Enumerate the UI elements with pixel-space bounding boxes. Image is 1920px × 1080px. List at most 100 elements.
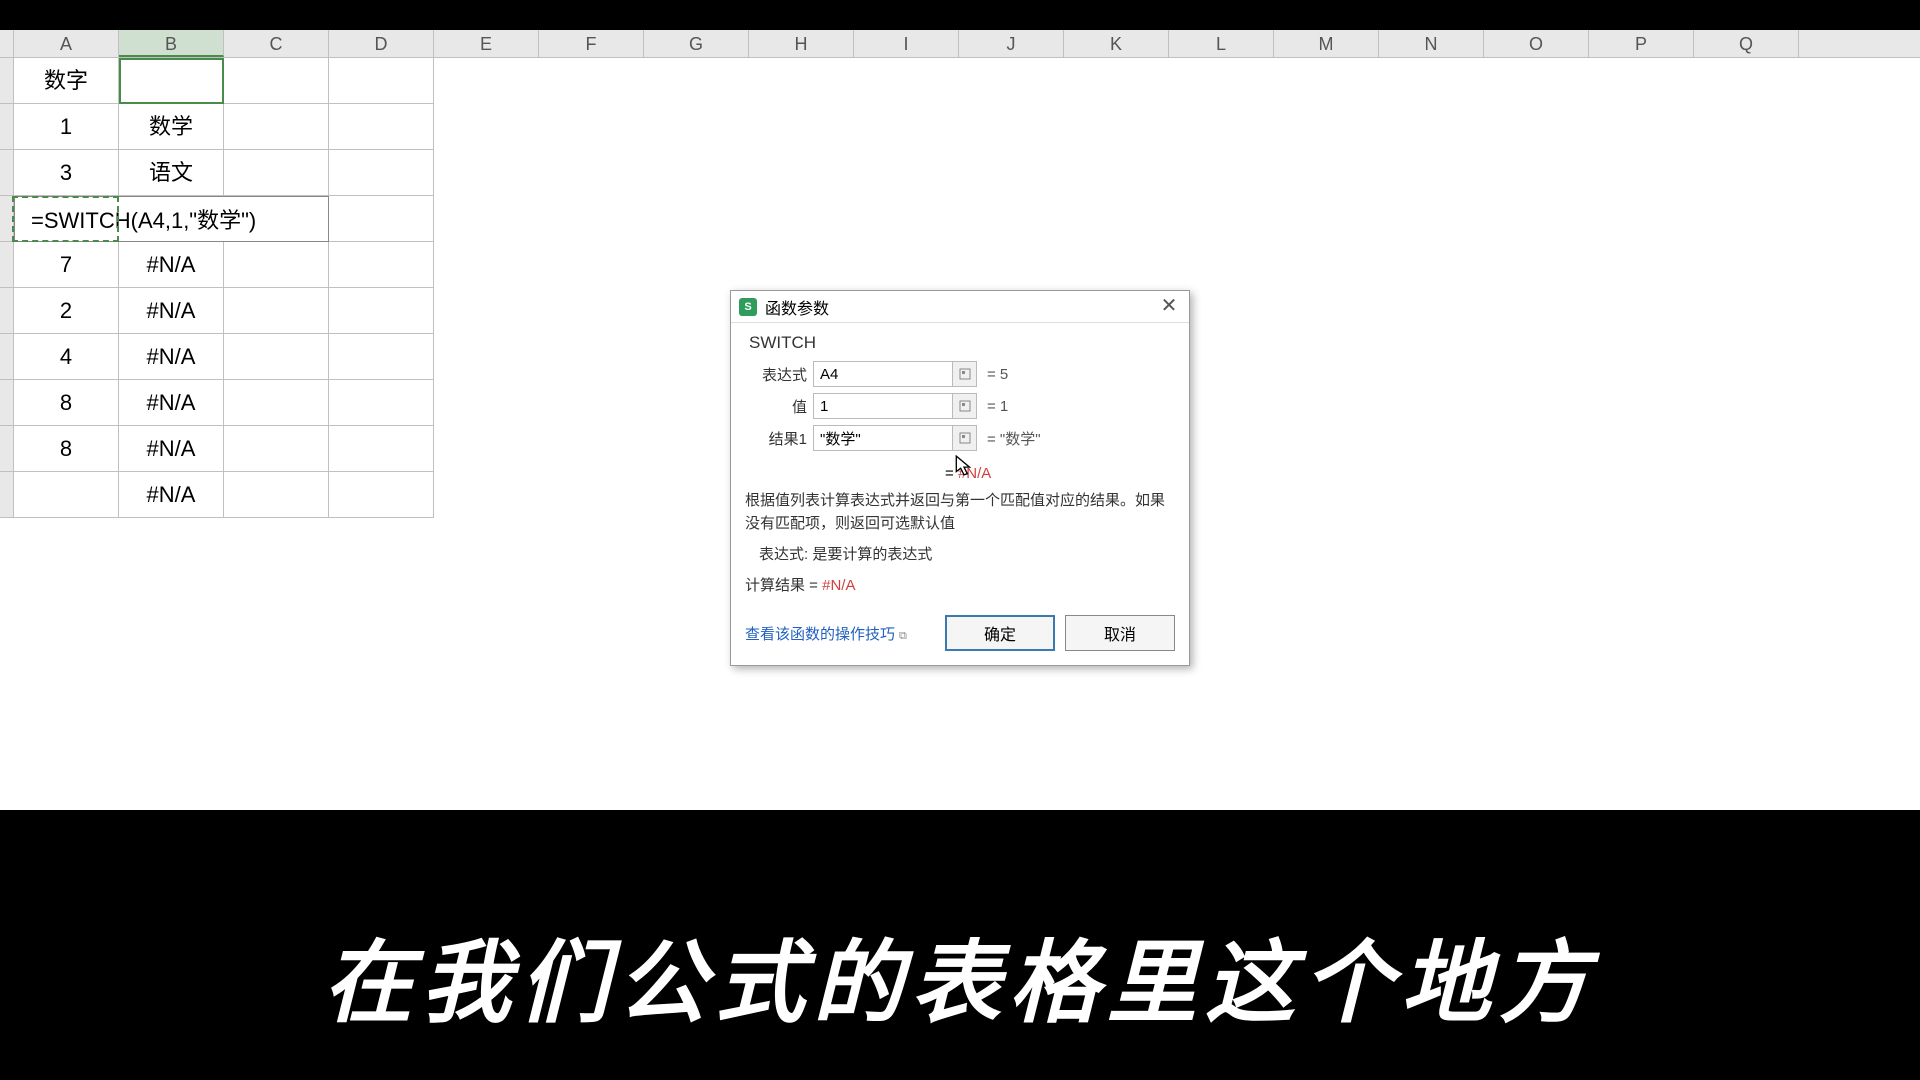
cell[interactable]: [959, 58, 1064, 104]
param-input-0[interactable]: [813, 361, 953, 387]
cell[interactable]: [1064, 242, 1169, 288]
cell[interactable]: [1064, 58, 1169, 104]
cell[interactable]: [1694, 196, 1799, 242]
cell[interactable]: [434, 196, 539, 242]
cell[interactable]: [1484, 472, 1589, 518]
row-header[interactable]: [0, 380, 14, 426]
cell[interactable]: [1379, 196, 1484, 242]
cell[interactable]: #N/A: [119, 426, 224, 472]
param-input-1[interactable]: [813, 393, 953, 419]
cell[interactable]: [329, 288, 434, 334]
cell[interactable]: [539, 242, 644, 288]
cell[interactable]: [329, 242, 434, 288]
dialog-titlebar[interactable]: S 函数参数 ✕: [731, 291, 1189, 323]
ok-button[interactable]: 确定: [945, 615, 1055, 651]
col-header-P[interactable]: P: [1589, 30, 1694, 57]
cell[interactable]: [749, 196, 854, 242]
cell[interactable]: [434, 380, 539, 426]
cell[interactable]: 数学: [119, 104, 224, 150]
cell[interactable]: [224, 242, 329, 288]
col-header-F[interactable]: F: [539, 30, 644, 57]
cell[interactable]: [749, 150, 854, 196]
cell[interactable]: 8: [14, 380, 119, 426]
cell[interactable]: [1589, 196, 1694, 242]
row-header[interactable]: [0, 288, 14, 334]
row-header[interactable]: [0, 334, 14, 380]
cell[interactable]: [1694, 104, 1799, 150]
cell[interactable]: [1589, 104, 1694, 150]
cell[interactable]: [1274, 426, 1379, 472]
cell[interactable]: 8: [14, 426, 119, 472]
cell[interactable]: [1694, 380, 1799, 426]
cell[interactable]: [749, 104, 854, 150]
cell[interactable]: [1694, 426, 1799, 472]
cell[interactable]: [854, 58, 959, 104]
cell[interactable]: 1: [14, 104, 119, 150]
cell[interactable]: 数字: [14, 58, 119, 104]
cell[interactable]: [539, 472, 644, 518]
range-picker-icon[interactable]: [953, 361, 977, 387]
cell[interactable]: [1484, 58, 1589, 104]
cell[interactable]: 4: [14, 334, 119, 380]
cell[interactable]: [224, 104, 329, 150]
col-header-Q[interactable]: Q: [1694, 30, 1799, 57]
range-picker-icon[interactable]: [953, 393, 977, 419]
col-header-N[interactable]: N: [1379, 30, 1484, 57]
formula-editing-cell[interactable]: =SWITCH(A4,1,"数学"): [14, 196, 329, 242]
cell[interactable]: [539, 150, 644, 196]
cell[interactable]: [1484, 196, 1589, 242]
cell[interactable]: [1379, 472, 1484, 518]
cell[interactable]: [1274, 104, 1379, 150]
row-header[interactable]: [0, 150, 14, 196]
row-header[interactable]: [0, 104, 14, 150]
col-header-G[interactable]: G: [644, 30, 749, 57]
col-header-D[interactable]: D: [329, 30, 434, 57]
cell[interactable]: [1379, 150, 1484, 196]
cell[interactable]: [644, 196, 749, 242]
param-input-2[interactable]: [813, 425, 953, 451]
col-header-C[interactable]: C: [224, 30, 329, 57]
row-header[interactable]: [0, 242, 14, 288]
cell[interactable]: 3: [14, 150, 119, 196]
cell[interactable]: [1274, 288, 1379, 334]
cell[interactable]: #N/A: [119, 380, 224, 426]
row-header[interactable]: [0, 426, 14, 472]
cell[interactable]: [1274, 58, 1379, 104]
help-link[interactable]: 查看该函数的操作技巧⧉: [745, 623, 935, 644]
cell[interactable]: [434, 472, 539, 518]
col-header-I[interactable]: I: [854, 30, 959, 57]
cell[interactable]: [1694, 472, 1799, 518]
cell[interactable]: [644, 150, 749, 196]
cell[interactable]: [224, 334, 329, 380]
cell[interactable]: [1694, 334, 1799, 380]
cell[interactable]: [1274, 380, 1379, 426]
cell[interactable]: [1589, 242, 1694, 288]
cell[interactable]: [224, 150, 329, 196]
cell[interactable]: [1694, 150, 1799, 196]
cell[interactable]: [1589, 288, 1694, 334]
cancel-button[interactable]: 取消: [1065, 615, 1175, 651]
cell[interactable]: [1274, 472, 1379, 518]
cell[interactable]: #N/A: [119, 242, 224, 288]
cell[interactable]: [1169, 150, 1274, 196]
select-all-corner[interactable]: [0, 30, 14, 57]
col-header-O[interactable]: O: [1484, 30, 1589, 57]
cell[interactable]: [959, 242, 1064, 288]
cell[interactable]: [539, 104, 644, 150]
col-header-A[interactable]: A: [14, 30, 119, 57]
cell[interactable]: [1589, 58, 1694, 104]
cell[interactable]: [539, 58, 644, 104]
cell[interactable]: [1484, 380, 1589, 426]
cell[interactable]: [854, 150, 959, 196]
cell[interactable]: [1274, 196, 1379, 242]
cell[interactable]: [14, 472, 119, 518]
cell[interactable]: [434, 150, 539, 196]
cell[interactable]: [1274, 334, 1379, 380]
cell[interactable]: [1274, 150, 1379, 196]
cell[interactable]: [224, 58, 329, 104]
cell[interactable]: #N/A: [119, 288, 224, 334]
cell[interactable]: [539, 334, 644, 380]
cell[interactable]: [1589, 150, 1694, 196]
cell[interactable]: [539, 426, 644, 472]
row-header[interactable]: [0, 472, 14, 518]
